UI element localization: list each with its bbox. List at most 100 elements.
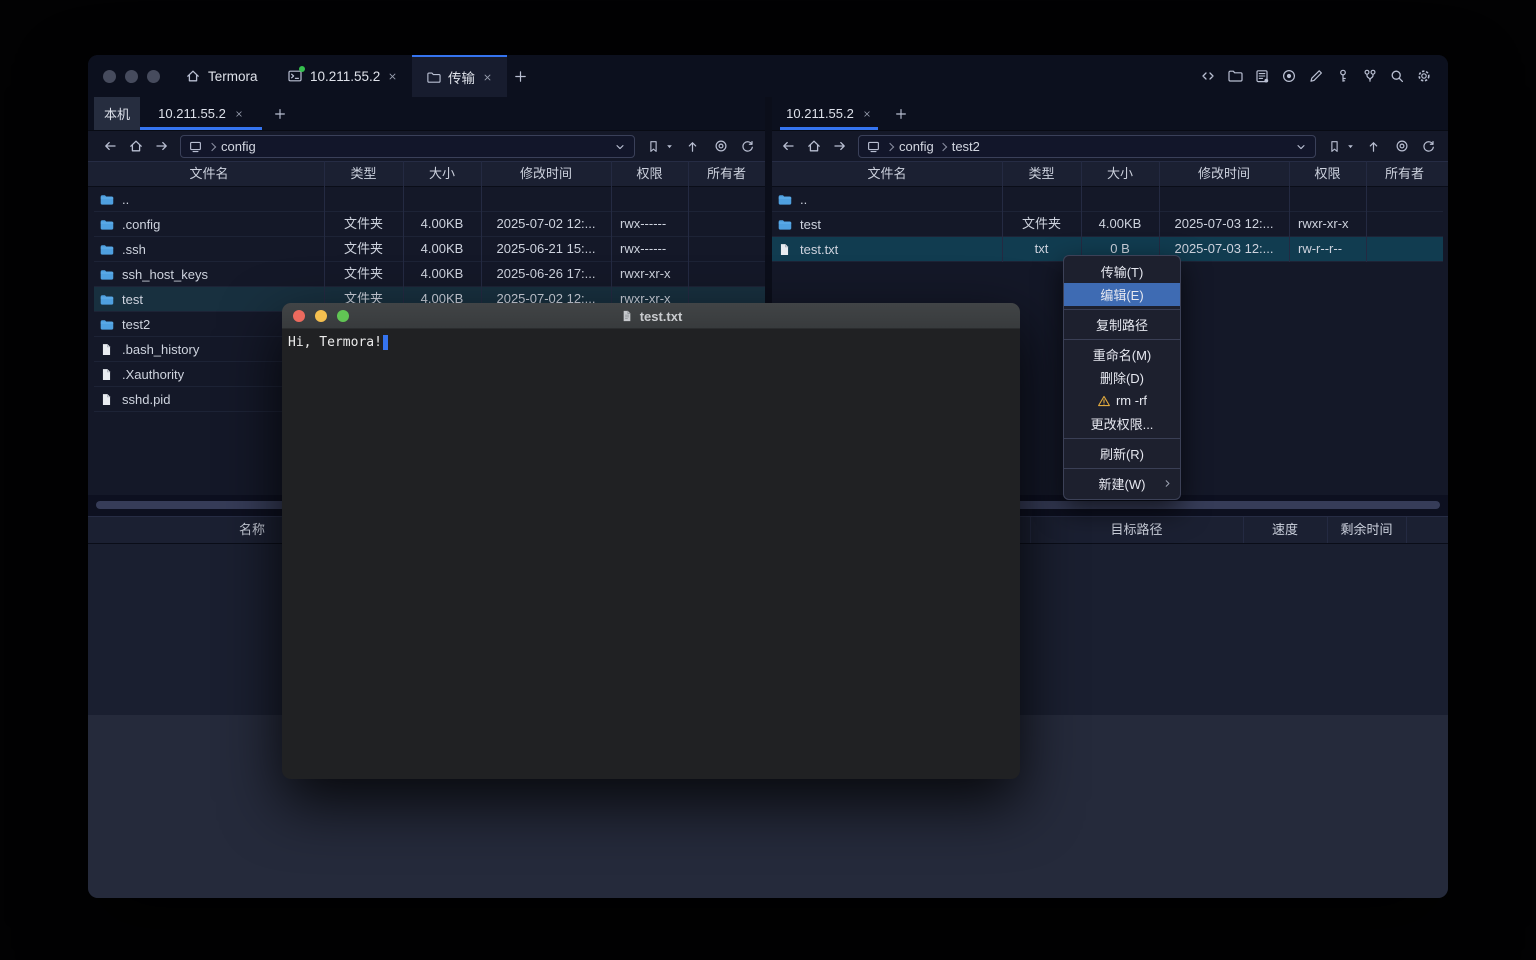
transfer-column-speed[interactable]: 速度	[1243, 516, 1327, 544]
menu-item-edit-highlighted[interactable]: 编辑(E)	[1064, 283, 1180, 306]
column-header-perm[interactable]: 权限	[1289, 161, 1366, 187]
file-icon	[99, 342, 114, 357]
table-row[interactable]: test 文件夹 4.00KB 2025-07-03 12:... rwxr-x…	[772, 212, 1443, 237]
menu-item-rm-rf[interactable]: rm -rf	[1064, 389, 1180, 412]
left-forward-icon[interactable]	[154, 138, 170, 154]
right-show-hidden-icon[interactable]	[1394, 138, 1410, 154]
left-new-tab-icon[interactable]	[273, 107, 287, 121]
folder-icon[interactable]	[1227, 68, 1243, 84]
menu-item-new[interactable]: 新建(W)	[1064, 472, 1180, 495]
close-icon[interactable]	[482, 72, 493, 83]
table-row[interactable]: ..	[772, 187, 1443, 212]
breadcrumb-segment[interactable]: config	[899, 139, 934, 154]
transfer-column-target[interactable]: 目标路径	[1030, 516, 1243, 544]
tab-label: 本机	[104, 104, 130, 123]
file-name: ssh_host_keys	[122, 263, 208, 287]
folder-icon	[99, 267, 114, 282]
tab-ssh-session[interactable]: 10.211.55.2	[287, 55, 398, 97]
breadcrumb-segment[interactable]: test2	[952, 139, 980, 154]
menu-item-refresh[interactable]: 刷新(R)	[1064, 442, 1180, 465]
close-icon[interactable]	[862, 109, 872, 119]
warning-icon	[1097, 394, 1111, 408]
right-up-directory-icon[interactable]	[1366, 139, 1381, 154]
menu-label: 复制路径	[1096, 315, 1148, 334]
file-modified: 2025-06-26 17:...	[481, 262, 611, 287]
text-cursor	[383, 335, 388, 350]
menu-item-delete[interactable]: 删除(D)	[1064, 366, 1180, 389]
keychain-icon[interactable]	[1362, 68, 1378, 84]
tab-termora-home[interactable]: Termora	[185, 55, 258, 97]
table-row[interactable]: ssh_host_keys 文件夹 4.00KB 2025-06-26 17:.…	[94, 262, 765, 287]
chevron-down-icon[interactable]	[613, 140, 627, 154]
submenu-chevron-right-icon	[1161, 477, 1174, 490]
new-tab-icon[interactable]	[513, 69, 528, 84]
edit-icon[interactable]	[1308, 68, 1324, 84]
left-show-hidden-icon[interactable]	[713, 138, 729, 154]
right-refresh-icon[interactable]	[1421, 139, 1436, 154]
column-header-modified[interactable]: 修改时间	[1159, 161, 1289, 187]
right-bookmark-icon[interactable]	[1327, 139, 1342, 154]
breadcrumb-separator-icon	[938, 142, 946, 150]
right-path-field[interactable]: config test2	[858, 135, 1316, 158]
key-icon[interactable]	[1335, 68, 1351, 84]
right-home-icon[interactable]	[806, 138, 822, 154]
editor-title: test.txt	[282, 303, 1020, 329]
table-row[interactable]: .ssh 文件夹 4.00KB 2025-06-21 15:... rwx---…	[94, 237, 765, 262]
left-bookmark-icon[interactable]	[646, 139, 661, 154]
settings-gear-icon[interactable]	[1416, 68, 1432, 84]
traffic-close-button[interactable]	[103, 70, 116, 83]
macro-record-icon[interactable]	[1281, 68, 1297, 84]
table-row[interactable]: ..	[94, 187, 765, 212]
traffic-minimize-button[interactable]	[125, 70, 138, 83]
grid-line	[1030, 517, 1031, 543]
right-back-icon[interactable]	[780, 138, 796, 154]
table-row[interactable]: .config 文件夹 4.00KB 2025-07-02 12:... rwx…	[94, 212, 765, 237]
file-modified: 2025-07-03 12:...	[1159, 212, 1289, 237]
right-bookmark-caret-icon[interactable]	[1345, 141, 1356, 152]
column-header-type[interactable]: 类型	[1002, 161, 1081, 187]
left-up-directory-icon[interactable]	[685, 139, 700, 154]
close-icon[interactable]	[387, 71, 398, 82]
left-back-icon[interactable]	[102, 138, 118, 154]
left-bookmark-caret-icon[interactable]	[664, 141, 675, 152]
column-header-size[interactable]: 大小	[403, 161, 481, 187]
column-header-owner[interactable]: 所有者	[1366, 161, 1443, 187]
menu-item-chmod[interactable]: 更改权限...	[1064, 412, 1180, 435]
breadcrumb-segment[interactable]: config	[221, 139, 256, 154]
editor-titlebar[interactable]: test.txt	[282, 303, 1020, 329]
column-header-owner[interactable]: 所有者	[688, 161, 765, 187]
column-header-perm[interactable]: 权限	[611, 161, 688, 187]
chevron-down-icon[interactable]	[1294, 140, 1308, 154]
editor-content[interactable]: Hi, Termora!	[282, 329, 1020, 356]
menu-item-transfer[interactable]: 传输(T)	[1064, 260, 1180, 283]
file-name: sshd.pid	[122, 388, 170, 412]
folder-icon	[99, 292, 114, 307]
traffic-zoom-button[interactable]	[147, 70, 160, 83]
right-forward-icon[interactable]	[832, 138, 848, 154]
column-header-name[interactable]: 文件名	[94, 161, 324, 187]
menu-item-copy-path[interactable]: 复制路径	[1064, 313, 1180, 336]
tab-transfer-active[interactable]: 传输	[412, 55, 507, 97]
left-home-icon[interactable]	[128, 138, 144, 154]
menu-item-rename[interactable]: 重命名(M)	[1064, 343, 1180, 366]
code-snippets-icon[interactable]	[1200, 68, 1216, 84]
column-header-name[interactable]: 文件名	[772, 161, 1002, 187]
left-refresh-icon[interactable]	[740, 139, 755, 154]
transfer-column-remaining[interactable]: 剩余时间	[1327, 516, 1406, 544]
file-size: 4.00KB	[403, 262, 481, 287]
left-tab-ssh-active[interactable]: 10.211.55.2	[140, 97, 262, 130]
search-icon[interactable]	[1389, 68, 1405, 84]
right-new-tab-icon[interactable]	[894, 107, 908, 121]
left-tab-local[interactable]: 本机	[94, 97, 140, 130]
file-size: 4.00KB	[403, 212, 481, 237]
column-header-modified[interactable]: 修改时间	[481, 161, 611, 187]
column-header-size[interactable]: 大小	[1081, 161, 1159, 187]
right-tab-ssh-active[interactable]: 10.211.55.2	[780, 97, 878, 130]
log-icon[interactable]	[1254, 68, 1270, 84]
folder-icon	[426, 70, 441, 85]
close-icon[interactable]	[234, 109, 244, 119]
menu-separator	[1064, 339, 1180, 340]
file-type: 文件夹	[324, 212, 403, 237]
left-path-field[interactable]: config	[180, 135, 635, 158]
column-header-type[interactable]: 类型	[324, 161, 403, 187]
